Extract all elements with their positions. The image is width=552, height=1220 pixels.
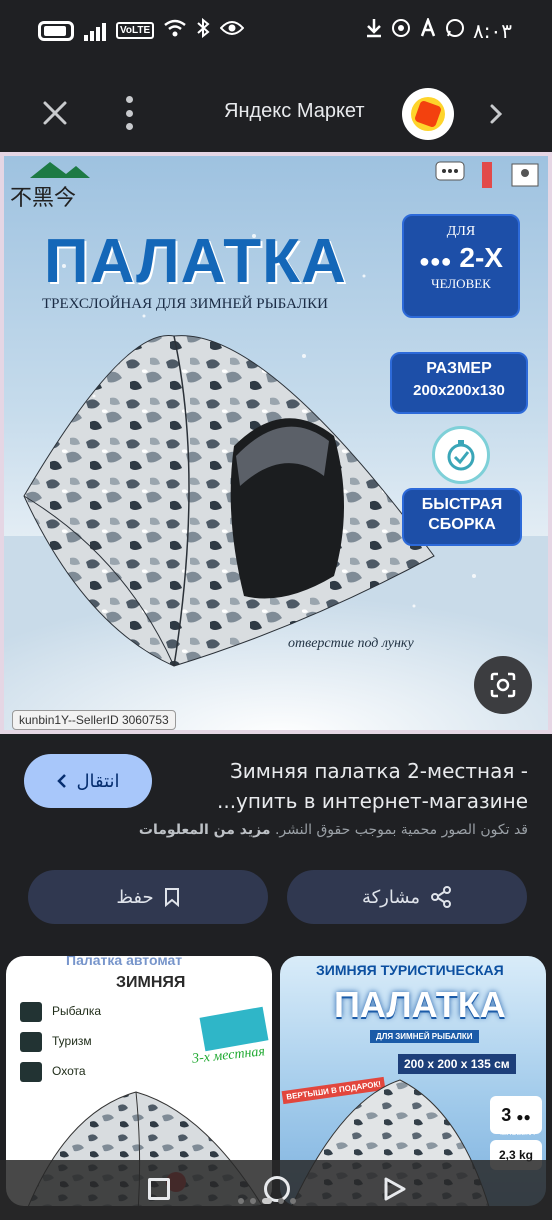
- status-left: VoLTE: [38, 17, 245, 43]
- status-time: ٨:٠٣: [473, 18, 512, 43]
- image-headline: ПАЛАТКА: [44, 227, 347, 296]
- capacity-badge: ДЛЯ ●●● 2-Х ЧЕЛОВЕК: [402, 214, 520, 318]
- back-button[interactable]: [382, 1176, 408, 1202]
- chevron-right-icon: [490, 104, 503, 124]
- thumb1-header: Палатка автомат: [66, 956, 183, 968]
- thumb1-item: Рыбалка: [16, 996, 101, 1026]
- signal-icon: [84, 21, 106, 41]
- download-icon: [365, 18, 383, 43]
- lens-icon: [490, 672, 516, 698]
- size-label: РАЗМЕР: [426, 360, 492, 377]
- thumb1-item: Туризм: [16, 1026, 101, 1056]
- share-icon: [431, 886, 452, 908]
- share-label: مشاركة: [361, 886, 421, 908]
- bookmark-icon: [164, 888, 179, 907]
- assembly-line1: БЫСТРАЯ: [421, 496, 503, 513]
- recent-apps-button[interactable]: [148, 1178, 170, 1200]
- status-right: ٨:٠٣: [365, 16, 512, 43]
- result-title[interactable]: Зимняя палатка 2-местная - ...упить в ин…: [188, 756, 528, 816]
- status-bar: VoLTE ٨:٠٣: [0, 0, 552, 62]
- lens-search-button[interactable]: [474, 656, 532, 714]
- thumb2-people-label: ЧЕЛОВЕКА: [497, 1130, 535, 1137]
- more-info-link[interactable]: مزيد من المعلومات: [139, 822, 271, 838]
- size-value: 200x200x130: [413, 382, 505, 399]
- people-icon: ●●: [516, 1110, 531, 1124]
- eye-icon: [219, 20, 245, 41]
- visit-label: انتقال: [76, 770, 120, 792]
- save-button[interactable]: حفظ: [28, 870, 268, 924]
- chevron-left-icon: [57, 774, 67, 788]
- thumb1-title: ЗИМНЯЯ: [116, 974, 186, 991]
- thumb2-title: ПАЛАТКА: [334, 984, 506, 1025]
- capacity-line1: ДЛЯ: [446, 224, 476, 239]
- thumb2-capacity: 3 ●●: [490, 1096, 542, 1134]
- thumb2-band: ДЛЯ ЗИМНЕЙ РЫБАЛКИ: [370, 1030, 479, 1043]
- assembly-badge: БЫСТРАЯ СБОРКА: [402, 488, 522, 546]
- close-icon: [43, 101, 67, 125]
- back-triangle-icon: [384, 1177, 406, 1201]
- visit-button[interactable]: انتقال: [24, 754, 152, 808]
- product-image[interactable]: 不黑今 ПАЛАТКА ТРЕХСЛОЙНАЯ ДЛЯ ЗИМНЕЙ РЫБАЛ…: [0, 152, 552, 734]
- volte-badge: VoLTE: [116, 22, 155, 39]
- lens-top-bar: Яндекс Маркет: [0, 62, 552, 158]
- thumb2-top: ЗИМНЯЯ ТУРИСТИЧЕСКАЯ: [316, 962, 504, 978]
- save-label: حفظ: [116, 886, 154, 908]
- site-title: Яндекс Маркет: [224, 100, 365, 122]
- more-options-button[interactable]: [120, 96, 138, 130]
- contact-card-icon: [511, 163, 539, 187]
- hotspot-icon: [391, 18, 411, 43]
- hole-caption: отверстие под лунку: [288, 636, 414, 651]
- seller-watermark: kunbin1Y--SellerID 3060753: [12, 710, 176, 730]
- bookmark-icon: [482, 162, 492, 188]
- people-icon: ●●●: [419, 251, 452, 271]
- yandex-market-logo[interactable]: [402, 88, 454, 140]
- wifi-icon: [164, 19, 186, 42]
- close-button[interactable]: [36, 94, 74, 132]
- image-subtitle: ТРЕХСЛОЙНАЯ ДЛЯ ЗИМНЕЙ РЫБАЛКИ: [42, 296, 328, 312]
- app-notification-icon: [419, 16, 437, 43]
- assembly-line2: СБОРКА: [428, 516, 496, 533]
- next-result-button[interactable]: [486, 102, 506, 126]
- share-button[interactable]: مشاركة: [287, 870, 527, 924]
- capacity-line2: ●●● 2-Х: [404, 242, 518, 274]
- image-corner-icons: [434, 160, 542, 190]
- size-badge: РАЗМЕР 200x200x130: [390, 352, 528, 414]
- stopwatch-check-icon: [432, 426, 490, 484]
- copyright-notice: قد تكون الصور محمية بموجب حقوق النشر. مز…: [139, 822, 528, 838]
- battery-icon: [38, 20, 74, 41]
- chat-icon: [435, 161, 465, 181]
- thumb2-people-count: 3: [501, 1105, 512, 1125]
- capacity-value: 2-Х: [459, 242, 503, 273]
- brand-text: 不黑今: [10, 186, 77, 211]
- capacity-line3: ЧЕЛОВЕК: [431, 276, 491, 291]
- bluetooth-icon: [196, 17, 210, 43]
- brand-logo: 不黑今: [10, 158, 102, 216]
- copyright-text: قد تكون الصور محمية بموجب حقوق النشر.: [274, 822, 528, 838]
- page-indicator: [238, 1198, 296, 1204]
- thumb1-side-text: 3-х местная: [191, 1044, 266, 1067]
- system-navigation-bar: [0, 1160, 552, 1220]
- whatsapp-icon: [445, 18, 465, 43]
